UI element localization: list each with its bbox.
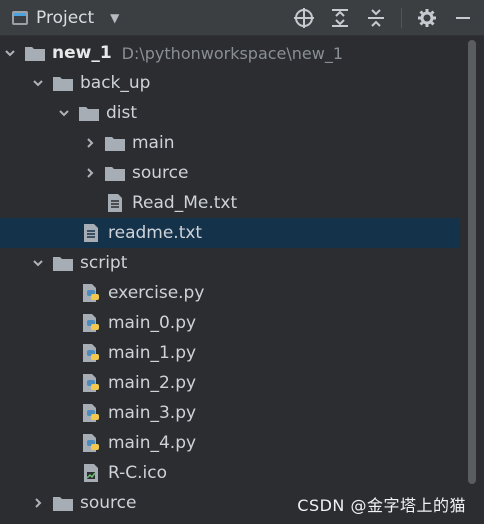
csdn-watermark: CSDN @金字塔上的猫 <box>297 496 466 515</box>
tree-label-main: main <box>132 133 175 153</box>
folder-icon <box>24 42 46 64</box>
chevron-down-icon[interactable] <box>56 105 72 121</box>
tree-label-dist: dist <box>106 103 138 123</box>
tree-row-exercise[interactable]: exercise.py <box>0 278 460 308</box>
python-file-icon <box>80 282 102 304</box>
folder-icon <box>104 162 126 184</box>
tree-row-main-1[interactable]: main_1.py <box>0 338 460 368</box>
python-file-icon <box>80 402 102 424</box>
tree-row-dist[interactable]: dist <box>0 98 460 128</box>
minimize-icon[interactable] <box>452 7 474 29</box>
tree-row-main-0[interactable]: main_0.py <box>0 308 460 338</box>
tree-label-main-1: main_1.py <box>108 343 197 363</box>
tree-label-main-3: main_3.py <box>108 403 197 423</box>
tree-label-root: new_1 <box>52 43 112 63</box>
locate-file-icon[interactable] <box>293 7 315 29</box>
collapse-all-icon[interactable] <box>365 7 387 29</box>
tree-label-script: script <box>80 253 128 273</box>
tree-row-main-3[interactable]: main_3.py <box>0 398 460 428</box>
folder-icon <box>104 132 126 154</box>
tree-row-read-me[interactable]: Read_Me.txt <box>0 188 460 218</box>
chevron-down-icon[interactable] <box>2 45 18 61</box>
tree-row-rc-ico[interactable]: R-C.ico <box>0 458 460 488</box>
gear-icon[interactable] <box>416 7 438 29</box>
python-file-icon <box>80 372 102 394</box>
python-file-icon <box>80 432 102 454</box>
image-file-icon <box>80 462 102 484</box>
project-selector[interactable]: Project ▼ <box>12 6 119 30</box>
project-toolbar: Project ▼ <box>0 0 484 36</box>
toolbar-separator <box>401 8 402 28</box>
tree-row-source-dist[interactable]: source <box>0 158 460 188</box>
panel-title: Project <box>36 8 95 28</box>
tree-label-source-root: source <box>80 493 137 513</box>
tree-row-main-4[interactable]: main_4.py <box>0 428 460 458</box>
chevron-right-icon[interactable] <box>82 135 98 151</box>
tree-label-readme: readme.txt <box>108 223 203 243</box>
tree-label-rc-ico: R-C.ico <box>108 463 168 483</box>
chevron-down-icon[interactable] <box>30 75 46 91</box>
tree-row-root[interactable]: new_1 D:\pythonworkspace\new_1 <box>0 38 460 68</box>
folder-icon <box>78 102 100 124</box>
tree-label-main-4: main_4.py <box>108 433 197 453</box>
python-file-icon <box>80 342 102 364</box>
text-file-icon <box>104 192 126 214</box>
folder-icon <box>52 252 74 274</box>
folder-icon <box>52 72 74 94</box>
tree-label-main-2: main_2.py <box>108 373 197 393</box>
vertical-scrollbar[interactable] <box>468 40 476 484</box>
python-file-icon <box>80 312 102 334</box>
text-file-icon <box>80 222 102 244</box>
chevron-right-icon[interactable] <box>30 495 46 511</box>
chevron-down-icon[interactable]: ▼ <box>110 11 119 25</box>
tree-label-read-me: Read_Me.txt <box>132 193 238 213</box>
tree-label-source-dist: source <box>132 163 189 183</box>
chevron-right-icon[interactable] <box>82 165 98 181</box>
project-tree: new_1 D:\pythonworkspace\new_1 back_up d… <box>0 36 460 524</box>
tree-row-readme[interactable]: readme.txt <box>0 218 460 248</box>
tree-row-script[interactable]: script <box>0 248 460 278</box>
folder-icon <box>52 492 74 514</box>
tree-label-exercise: exercise.py <box>108 283 205 303</box>
tree-row-main[interactable]: main <box>0 128 460 158</box>
expand-all-icon[interactable] <box>329 7 351 29</box>
project-view-icon <box>12 11 28 25</box>
tree-row-main-2[interactable]: main_2.py <box>0 368 460 398</box>
tree-row-back-up[interactable]: back_up <box>0 68 460 98</box>
chevron-down-icon[interactable] <box>30 255 46 271</box>
toolbar-actions <box>293 6 474 30</box>
project-path: D:\pythonworkspace\new_1 <box>121 43 344 63</box>
tree-label-main-0: main_0.py <box>108 313 197 333</box>
tree-label-back-up: back_up <box>80 73 151 93</box>
